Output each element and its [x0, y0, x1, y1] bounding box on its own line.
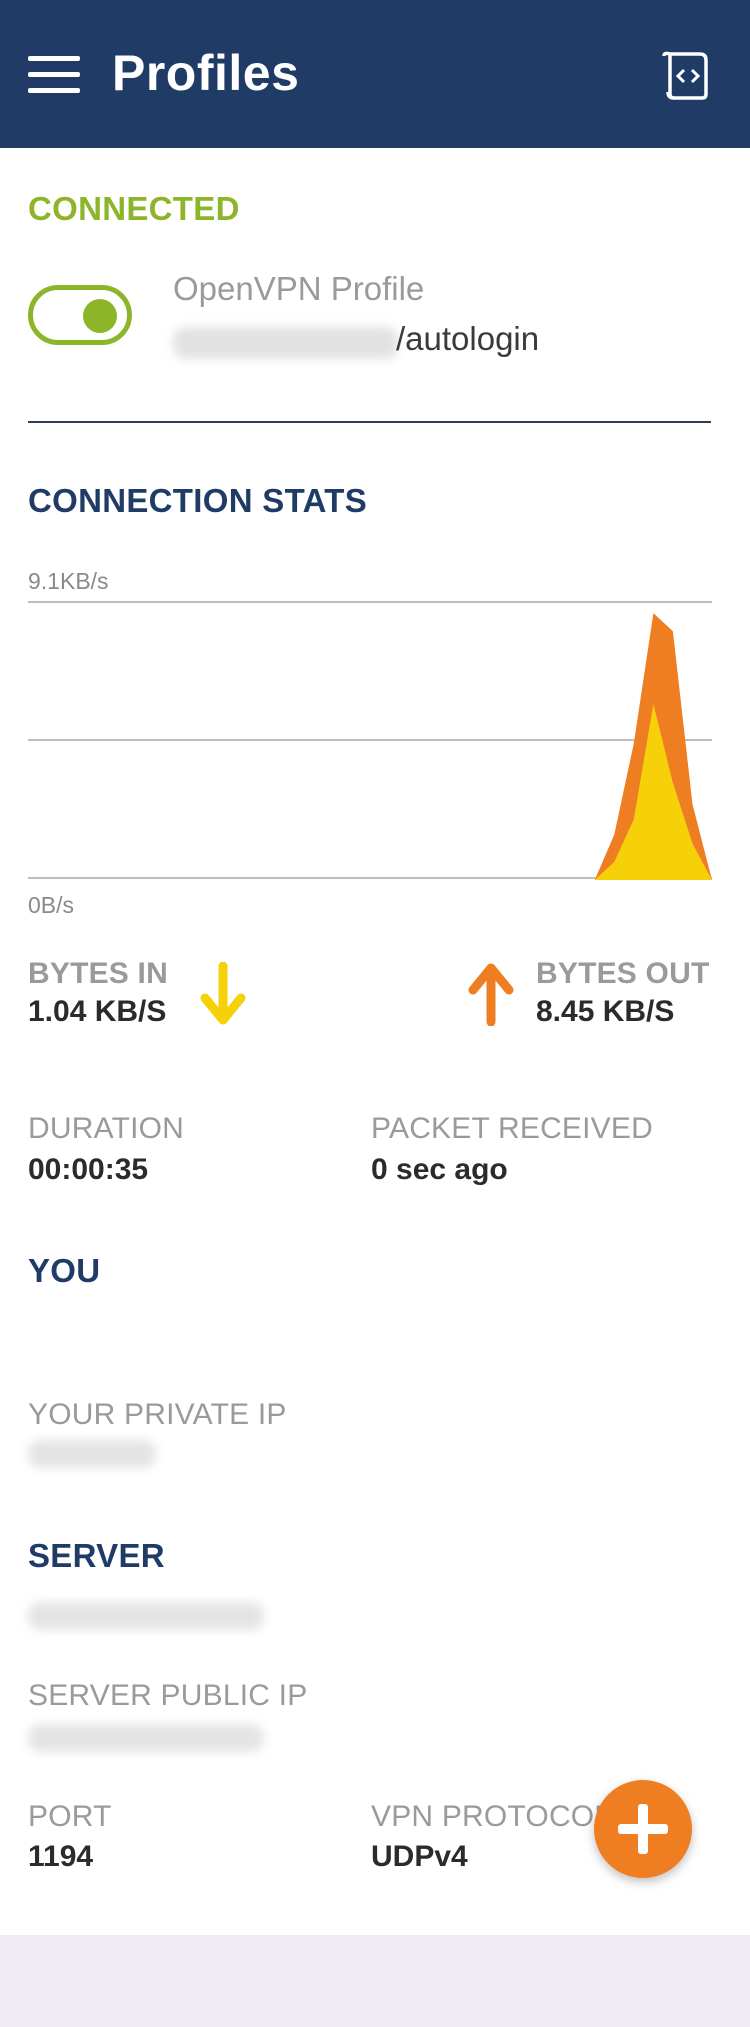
chart-y-max-label: 9.1KB/s	[28, 568, 109, 594]
bytes-out-label: BYTES OUT	[536, 957, 710, 990]
server-title: SERVER	[28, 1537, 165, 1574]
arrow-down-icon	[200, 962, 246, 1025]
page-title: Profiles	[112, 45, 300, 101]
server-public-ip-label: SERVER PUBLIC IP	[28, 1679, 308, 1712]
you-title: YOU	[28, 1252, 101, 1289]
import-profile-icon	[662, 51, 708, 100]
bottom-bar	[0, 1935, 750, 2027]
duration-value: 00:00:35	[28, 1153, 149, 1186]
add-profile-button[interactable]	[594, 1780, 692, 1878]
packet-received-value: 0 sec ago	[371, 1153, 508, 1186]
chart-y-min-label: 0B/s	[28, 892, 75, 918]
server-public-ip-redacted	[28, 1724, 264, 1752]
port-value: 1194	[28, 1840, 94, 1873]
traffic-chart	[28, 601, 712, 880]
connection-status: CONNECTED	[28, 190, 240, 227]
hamburger-menu-icon	[28, 56, 80, 61]
stats-title: CONNECTION STATS	[28, 482, 368, 519]
profile-name: OpenVPN Profile	[173, 270, 425, 307]
bytes-in-value: 1.04 KB/S	[28, 995, 167, 1028]
hamburger-menu-icon-bar	[28, 88, 80, 93]
import-profile-button[interactable]	[660, 48, 712, 104]
port-label: PORT	[28, 1800, 112, 1833]
hamburger-menu-icon-bar	[28, 72, 80, 77]
bytes-out-value: 8.45 KB/S	[536, 995, 675, 1028]
vpn-protocol-label: VPN PROTOCOL	[371, 1800, 612, 1833]
packet-received-label: PACKET RECEIVED	[371, 1112, 653, 1145]
profile-user: /autologin	[396, 320, 540, 357]
plus-icon-vertical	[638, 1804, 648, 1854]
server-host-redacted	[28, 1602, 264, 1630]
arrow-up-icon	[468, 963, 514, 1026]
menu-button[interactable]	[28, 56, 80, 94]
private-ip-label: YOUR PRIVATE IP	[28, 1398, 287, 1431]
section-divider	[28, 421, 711, 423]
duration-label: DURATION	[28, 1112, 185, 1145]
private-ip-redacted	[28, 1440, 156, 1468]
profile-host-redacted	[173, 327, 398, 359]
connection-toggle[interactable]	[28, 285, 132, 345]
app-bar: Profiles	[0, 0, 750, 148]
bytes-in-label: BYTES IN	[28, 957, 168, 990]
toggle-knob	[83, 299, 117, 333]
vpn-protocol-value: UDPv4	[371, 1840, 468, 1873]
bytes-out-area	[28, 613, 712, 880]
